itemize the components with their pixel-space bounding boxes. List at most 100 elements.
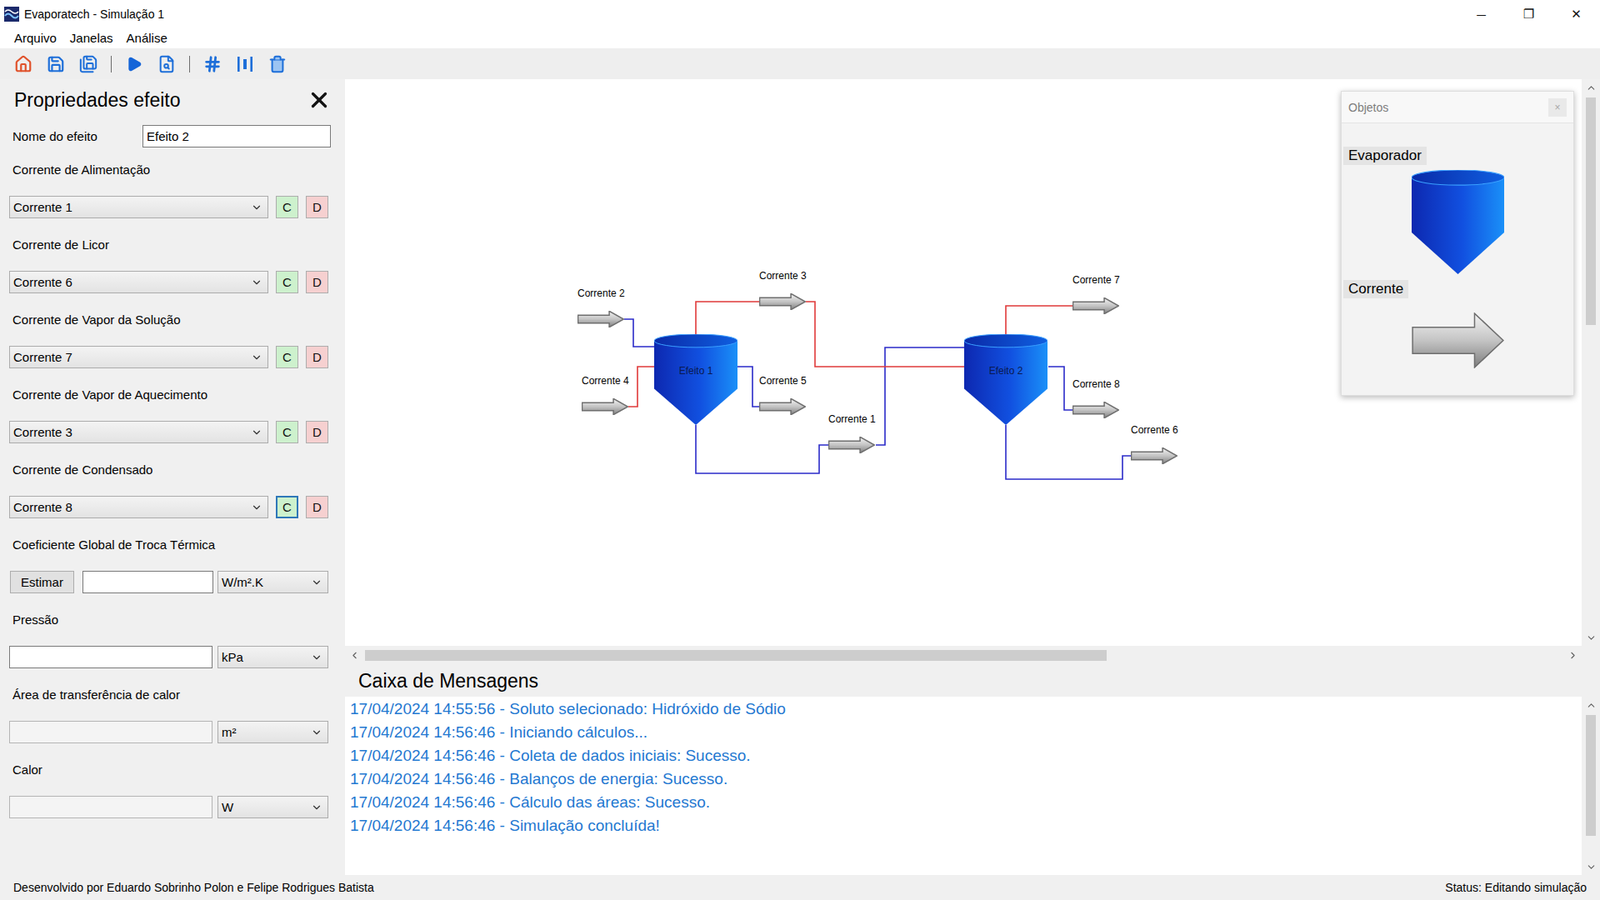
name-input[interactable] bbox=[142, 125, 331, 148]
scroll-up-button[interactable] bbox=[1581, 79, 1600, 96]
menu-item[interactable]: Arquivo bbox=[7, 28, 64, 49]
canvas-horizontal-scrollbar[interactable] bbox=[345, 645, 1600, 665]
estimate-button[interactable]: Estimar bbox=[10, 570, 75, 594]
messages-scrollbar[interactable] bbox=[1581, 696, 1600, 875]
field-label: Calor bbox=[0, 758, 343, 782]
grid-icon bbox=[203, 55, 222, 74]
stream-node[interactable]: Corrente 7 bbox=[1072, 273, 1120, 315]
window-control-button[interactable]: ❐ bbox=[1505, 0, 1553, 29]
window-control-button[interactable]: ✕ bbox=[1552, 0, 1600, 29]
trash-icon bbox=[268, 55, 287, 74]
connection-line[interactable] bbox=[695, 301, 760, 335]
connect-button[interactable]: C bbox=[275, 345, 299, 369]
save-button[interactable] bbox=[43, 51, 69, 77]
disconnect-button[interactable]: D bbox=[305, 495, 329, 519]
scroll-down-button[interactable] bbox=[1581, 629, 1600, 646]
stream-group: Corrente de LicorCorrente 6CD bbox=[0, 233, 343, 309]
object-preview[interactable] bbox=[1341, 170, 1574, 275]
menu-item[interactable]: Análise bbox=[120, 28, 175, 49]
menu-bar: ArquivoJanelasAnálise bbox=[0, 28, 1600, 49]
canvas-row: Efeito 1 Efeito 2 Corrente 2 Corrente 4 Corr… bbox=[345, 79, 1600, 646]
stream-group: Corrente de Vapor de AquecimentoCorrente… bbox=[0, 383, 343, 459]
grid-button[interactable] bbox=[200, 51, 225, 77]
connection-line[interactable] bbox=[875, 347, 965, 445]
disconnect-button[interactable]: D bbox=[305, 195, 329, 219]
delete-button[interactable] bbox=[265, 51, 290, 77]
unit-select[interactable]: m² bbox=[217, 720, 329, 744]
stream-select[interactable]: Corrente 3 bbox=[9, 420, 269, 444]
stream-select[interactable]: Corrente 8 bbox=[9, 495, 269, 519]
connect-button[interactable]: C bbox=[275, 195, 299, 219]
objects-title: Objetos bbox=[1348, 100, 1389, 115]
connect-button[interactable]: C bbox=[275, 270, 299, 294]
connection-line[interactable] bbox=[628, 366, 655, 407]
object-preview[interactable] bbox=[1341, 312, 1574, 369]
value-input[interactable] bbox=[9, 645, 213, 669]
connection-line[interactable] bbox=[695, 425, 829, 474]
stream-label: Corrente 7 bbox=[1072, 273, 1120, 287]
stream-select[interactable]: Corrente 1 bbox=[9, 195, 269, 219]
stream-node[interactable]: Corrente 6 bbox=[1130, 423, 1179, 465]
chevron-up-icon bbox=[1585, 82, 1597, 94]
evaporator-icon bbox=[1411, 170, 1505, 275]
scroll-left-button[interactable] bbox=[345, 647, 364, 665]
disconnect-button[interactable]: D bbox=[305, 420, 329, 444]
message-line: 17/04/2024 14:56:46 - Balanços de energi… bbox=[350, 767, 1577, 791]
stream-node[interactable]: Corrente 5 bbox=[759, 374, 807, 415]
chevron-left-icon bbox=[349, 650, 360, 661]
scroll-track[interactable] bbox=[1581, 713, 1600, 859]
scroll-track[interactable] bbox=[363, 645, 1564, 665]
stream-node[interactable]: Corrente 1 bbox=[828, 412, 876, 454]
message-line: 17/04/2024 14:55:56 - Soluto selecionado… bbox=[350, 697, 1577, 721]
stream-node[interactable]: Corrente 2 bbox=[577, 286, 625, 328]
connection-line[interactable] bbox=[1048, 366, 1073, 410]
disconnect-button[interactable]: D bbox=[305, 345, 329, 369]
stream-arrow-icon bbox=[1130, 447, 1178, 465]
connection-line[interactable] bbox=[624, 319, 655, 347]
field-label: Corrente de Alimentação bbox=[0, 158, 343, 182]
scroll-thumb[interactable] bbox=[365, 650, 1107, 661]
stream-node[interactable]: Corrente 3 bbox=[759, 269, 807, 310]
connection-line[interactable] bbox=[1005, 305, 1073, 335]
scroll-thumb[interactable] bbox=[1585, 715, 1596, 836]
connection-line[interactable] bbox=[805, 301, 965, 367]
stream-node[interactable]: Corrente 8 bbox=[1072, 377, 1120, 419]
save-as-button[interactable] bbox=[75, 51, 101, 77]
distribute-button[interactable] bbox=[232, 51, 258, 77]
unit-select[interactable]: kPa bbox=[217, 645, 329, 669]
run-button[interactable] bbox=[121, 51, 147, 77]
scroll-down-button[interactable] bbox=[1581, 858, 1600, 875]
stream-select[interactable]: Corrente 7 bbox=[9, 345, 269, 369]
evaporator-node[interactable]: Efeito 2 bbox=[964, 334, 1048, 425]
connect-button[interactable]: C bbox=[275, 420, 299, 444]
scroll-thumb[interactable] bbox=[1585, 97, 1596, 325]
scroll-up-button[interactable] bbox=[1581, 696, 1600, 714]
object-item[interactable]: Evaporador bbox=[1341, 146, 1574, 275]
connection-line[interactable] bbox=[737, 366, 760, 407]
disconnect-button[interactable]: D bbox=[305, 270, 329, 294]
scroll-right-button[interactable] bbox=[1563, 647, 1582, 665]
stream-label: Corrente 3 bbox=[759, 269, 807, 283]
flowsheet-canvas[interactable]: Efeito 1 Efeito 2 Corrente 2 Corrente 4 Corr… bbox=[345, 79, 1582, 646]
window-control-button[interactable]: ─ bbox=[1457, 0, 1505, 29]
unit-select[interactable]: W/m².K bbox=[217, 570, 329, 594]
value-input[interactable] bbox=[82, 570, 214, 594]
objects-close-button[interactable]: × bbox=[1548, 98, 1567, 117]
connect-button[interactable]: C bbox=[275, 495, 299, 519]
menu-item[interactable]: Janelas bbox=[63, 28, 120, 49]
unit-select[interactable]: W bbox=[217, 795, 329, 819]
evaporator-node[interactable]: Efeito 1 bbox=[654, 334, 738, 425]
report-button[interactable] bbox=[154, 51, 180, 77]
chevron-down-icon bbox=[1585, 632, 1597, 644]
home-button[interactable] bbox=[10, 51, 36, 77]
object-label: Corrente bbox=[1343, 280, 1409, 299]
close-button[interactable] bbox=[305, 86, 333, 114]
object-item[interactable]: Corrente bbox=[1341, 280, 1574, 369]
connection-line[interactable] bbox=[1005, 425, 1131, 480]
stream-node[interactable]: Corrente 4 bbox=[581, 374, 630, 415]
stream-select[interactable]: Corrente 6 bbox=[9, 270, 269, 294]
canvas-vertical-scrollbar[interactable] bbox=[1581, 79, 1600, 646]
status-text: Status: Editando simulação bbox=[1445, 880, 1587, 895]
scroll-track[interactable] bbox=[1581, 95, 1600, 630]
quantity-row: kPa bbox=[0, 645, 343, 669]
